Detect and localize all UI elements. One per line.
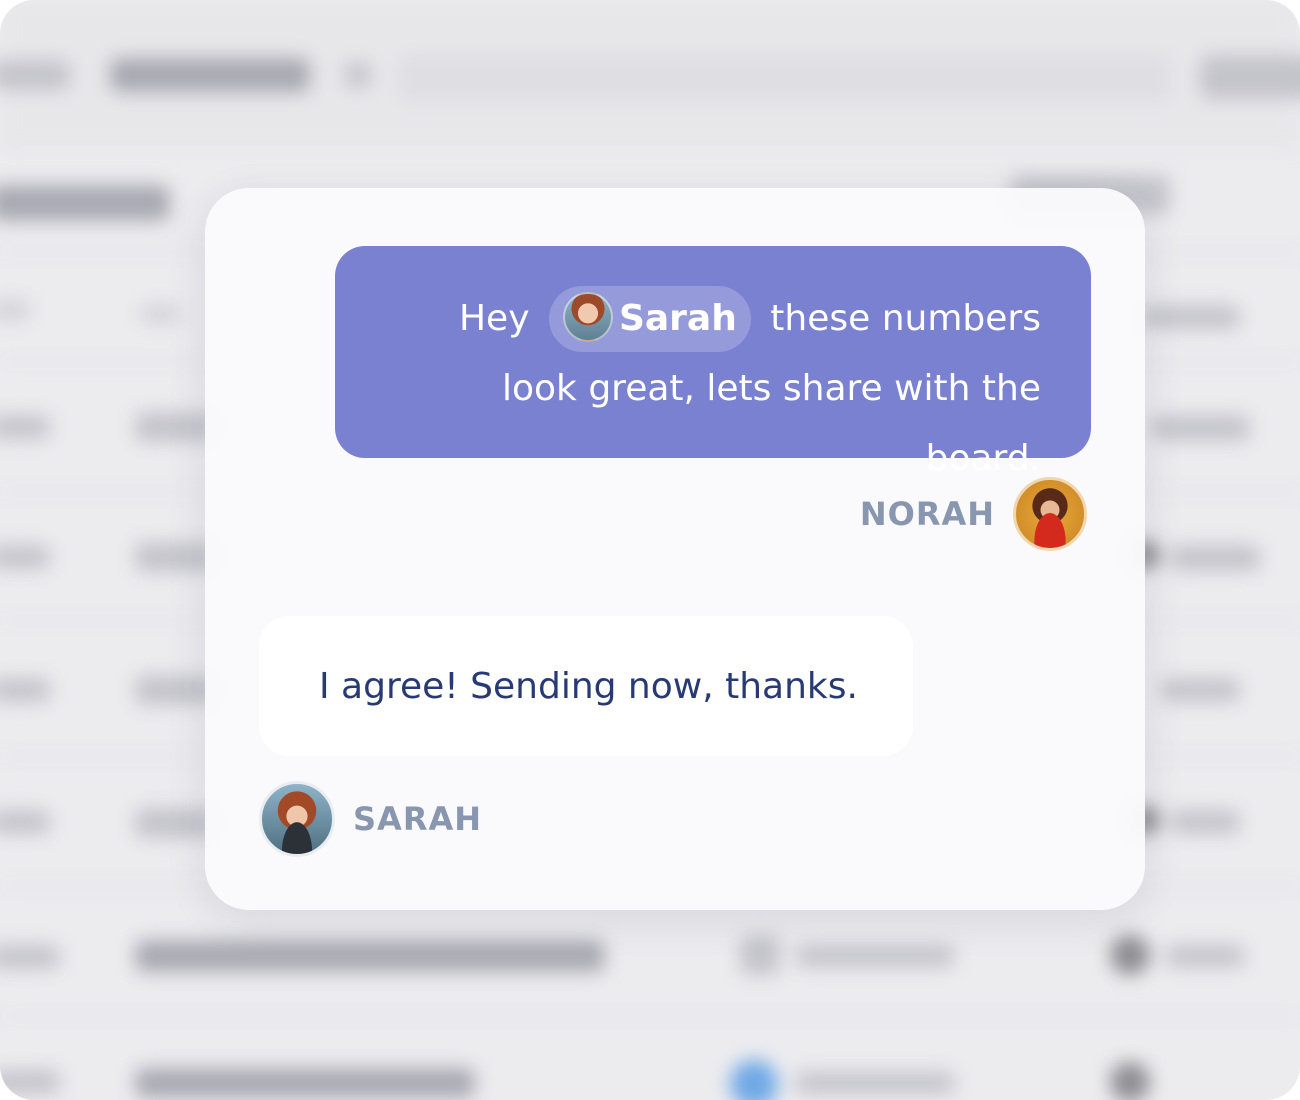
background-shape bbox=[135, 675, 215, 705]
background-divider bbox=[0, 1015, 1300, 1017]
outgoing-author: NORAH bbox=[860, 475, 1087, 553]
background-shape bbox=[1140, 305, 1240, 329]
mention-name: Sarah bbox=[618, 298, 737, 339]
background-shape bbox=[1165, 945, 1245, 967]
background-shape bbox=[1200, 55, 1300, 99]
background-shape bbox=[1110, 935, 1150, 975]
background-shape bbox=[0, 415, 50, 439]
background-shape bbox=[1150, 415, 1250, 441]
background-shape bbox=[135, 412, 215, 442]
norah-avatar-icon[interactable] bbox=[1013, 477, 1087, 551]
background-shape bbox=[1170, 810, 1240, 834]
background-shape bbox=[1110, 1062, 1150, 1100]
background-shape bbox=[795, 1072, 955, 1094]
background-shape bbox=[135, 940, 605, 972]
background-shape bbox=[1170, 545, 1260, 571]
background-shape bbox=[345, 62, 371, 88]
incoming-message-text: I agree! Sending now, thanks. bbox=[319, 665, 858, 707]
background-shape bbox=[0, 678, 50, 702]
background-shape bbox=[0, 60, 70, 90]
background-shape bbox=[140, 305, 180, 323]
background-shape bbox=[795, 945, 955, 967]
background-shape bbox=[1160, 678, 1240, 702]
background-shape bbox=[0, 545, 50, 569]
mention-avatar-icon bbox=[562, 292, 613, 342]
background-shape bbox=[0, 185, 170, 221]
chat-card: Hey Sarah these numbers look great, lets… bbox=[205, 188, 1145, 910]
background-shape bbox=[0, 810, 50, 834]
outgoing-message-bubble: Hey Sarah these numbers look great, lets… bbox=[335, 246, 1091, 479]
screen-frame: Hey Sarah these numbers look great, lets… bbox=[0, 0, 1300, 1100]
incoming-author-name: SARAH bbox=[353, 800, 482, 838]
outgoing-author-name: NORAH bbox=[859, 495, 995, 533]
incoming-message-bubble: I agree! Sending now, thanks. bbox=[259, 616, 913, 756]
background-shape bbox=[0, 945, 60, 969]
sarah-avatar-icon[interactable] bbox=[259, 781, 335, 857]
mention-chip[interactable]: Sarah bbox=[548, 286, 751, 352]
incoming-author: SARAH bbox=[259, 780, 482, 858]
background-shape bbox=[110, 58, 310, 92]
background-shape bbox=[135, 808, 215, 838]
background-shape bbox=[400, 55, 1170, 101]
background-shape bbox=[135, 1068, 475, 1098]
background-shape bbox=[0, 1070, 60, 1094]
background-shape bbox=[740, 935, 780, 975]
background-shape bbox=[730, 1060, 778, 1100]
outgoing-message-text-before: Hey bbox=[458, 298, 541, 339]
background-shape bbox=[0, 300, 30, 320]
background-shape bbox=[135, 542, 215, 572]
